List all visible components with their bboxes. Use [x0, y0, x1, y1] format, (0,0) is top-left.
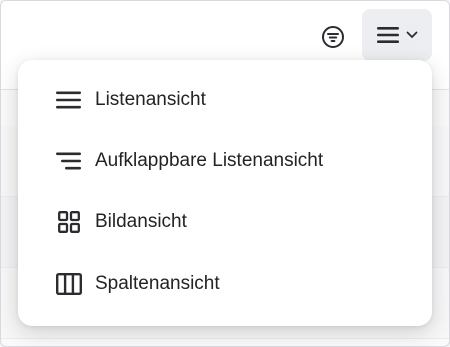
view-switcher-button[interactable] [362, 9, 432, 61]
menu-item-list-view[interactable]: Listenansicht [18, 72, 432, 128]
menu-item-label: Aufklappbare Listenansicht [95, 150, 324, 171]
columns-icon [56, 271, 82, 297]
menu-item-column-view[interactable]: Spaltenansicht [18, 256, 432, 312]
view-menu-dropdown: Listenansicht Aufklappbare Listenansicht… [18, 60, 432, 326]
chevron-down-icon [406, 31, 418, 38]
list-icon [56, 87, 82, 113]
filter-circle-icon [322, 26, 344, 48]
expandable-list-icon [56, 148, 82, 174]
menu-item-expandable-list-view[interactable]: Aufklappbare Listenansicht [18, 133, 432, 189]
menu-item-label: Bildansicht [95, 211, 187, 232]
hamburger-menu-icon [377, 27, 399, 43]
grid-icon [56, 209, 82, 235]
menu-item-label: Spaltenansicht [95, 273, 220, 294]
filter-button[interactable] [319, 23, 347, 51]
menu-item-image-view[interactable]: Bildansicht [18, 194, 432, 250]
menu-item-label: Listenansicht [95, 89, 206, 110]
